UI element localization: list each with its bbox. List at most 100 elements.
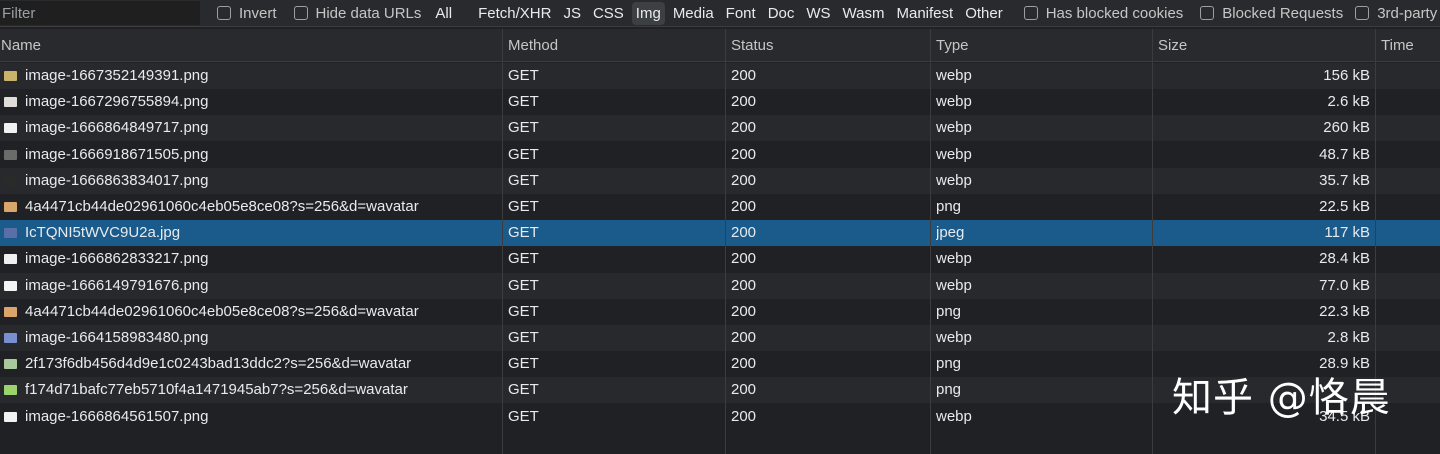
table-row[interactable]: image-1666918671505.png GET 200 webp 48.7 kB <box>0 141 1440 168</box>
cell-method: GET <box>508 381 539 399</box>
cell-status: 200 <box>731 250 757 268</box>
checkbox-box-icon <box>293 6 308 20</box>
type-filter-other[interactable]: Other <box>961 2 1007 25</box>
column-header-status[interactable]: Status <box>725 29 774 62</box>
type-filter-font[interactable]: Font <box>722 2 760 25</box>
cell-method: GET <box>508 93 539 111</box>
table-row[interactable]: image-1666864849717.png GET 200 webp 260 kB <box>0 115 1440 142</box>
column-divider[interactable] <box>1152 29 1153 454</box>
cell-type: webp <box>936 145 972 163</box>
cell-name: image-1666149791676.png <box>25 276 209 294</box>
cell-size: 2.6 kB <box>1327 93 1370 111</box>
cell-status: 200 <box>731 329 757 346</box>
avatar-thumb-icon <box>4 359 17 370</box>
type-filter-media[interactable]: Media <box>669 2 718 25</box>
table-row[interactable]: 4a4471cb44de02961060c4eb05e8ce08?s=256&d… <box>0 298 1440 325</box>
hide-data-urls-checkbox[interactable]: Hide data URLs <box>293 4 422 22</box>
has-blocked-cookies-label: Has blocked cookies <box>1045 4 1184 22</box>
cell-type: png <box>936 355 962 373</box>
table-row-selected[interactable]: IcTQNI5tWVC9U2a.jpg GET 200 jpeg 117 kB <box>0 220 1440 247</box>
cell-method: GET <box>508 407 539 425</box>
type-filter-manifest[interactable]: Manifest <box>893 2 958 25</box>
cell-size: 77.0 kB <box>1319 276 1370 294</box>
table-row[interactable]: image-1666863834017.png GET 200 webp 35.7 kB <box>0 167 1440 194</box>
type-filter-js[interactable]: JS <box>559 2 585 25</box>
column-divider[interactable] <box>725 29 726 454</box>
column-header-method[interactable]: Method <box>502 29 558 62</box>
thumb-image-icon <box>4 71 17 81</box>
cell-size: 2.8 kB <box>1327 329 1370 346</box>
column-header-type[interactable]: Type <box>930 29 969 62</box>
column-divider[interactable] <box>502 29 503 454</box>
cell-size: 22.3 kB <box>1319 302 1370 320</box>
cell-name: image-1664158983480.png <box>25 329 209 346</box>
type-filter-doc[interactable]: Doc <box>764 2 799 25</box>
type-filter-wasm[interactable]: Wasm <box>839 2 889 25</box>
table-row[interactable]: image-1666862833217.png GET 200 webp 28.4 kB <box>0 246 1440 273</box>
thumb-image-icon <box>4 333 17 343</box>
cell-type: webp <box>936 250 972 268</box>
table-row[interactable]: image-1667296755894.png GET 200 webp 2.6 kB <box>0 89 1440 116</box>
cell-type: webp <box>936 93 972 111</box>
cell-method: GET <box>508 145 539 163</box>
cell-status: 200 <box>731 67 757 84</box>
cell-status: 200 <box>731 276 757 294</box>
table-header: Name Method Status Type Size Time <box>0 29 1440 62</box>
cell-method: GET <box>508 198 539 215</box>
cell-method: GET <box>508 302 539 320</box>
cell-size: 260 kB <box>1323 119 1370 137</box>
checkbox-box-icon <box>217 6 231 20</box>
cell-size: 117 kB <box>1324 224 1370 242</box>
cell-status: 200 <box>731 302 757 320</box>
type-filter-css[interactable]: CSS <box>589 2 628 25</box>
has-blocked-cookies-checkbox[interactable]: Has blocked cookies <box>1023 4 1184 22</box>
table-row[interactable]: image-1667352149391.png GET 200 webp 156 kB <box>0 63 1440 89</box>
cell-method: GET <box>508 250 539 268</box>
cell-method: GET <box>508 119 539 137</box>
cell-status: 200 <box>731 171 757 189</box>
checkbox-box-icon <box>1200 6 1215 20</box>
cell-size: 35.7 kB <box>1319 171 1370 189</box>
cell-type: webp <box>936 329 972 346</box>
column-divider[interactable] <box>930 29 931 454</box>
invert-checkbox[interactable]: Invert <box>217 5 277 22</box>
cell-status: 200 <box>731 198 757 215</box>
cell-size: 22.5 kB <box>1319 198 1370 215</box>
cell-method: GET <box>508 224 539 242</box>
hide-data-urls-label: Hide data URLs <box>315 4 422 22</box>
invert-label: Invert <box>239 4 277 22</box>
cell-type: webp <box>936 276 972 294</box>
table-row[interactable]: image-1666149791676.png GET 200 webp 77.0 kB <box>0 272 1440 299</box>
cell-type: png <box>936 302 962 320</box>
thumb-image-icon <box>4 411 17 422</box>
cell-method: GET <box>508 329 539 346</box>
table-row[interactable]: 4a4471cb44de02961060c4eb05e8ce08?s=256&d… <box>0 194 1440 220</box>
avatar-thumb-icon <box>4 306 17 317</box>
cell-status: 200 <box>731 224 757 242</box>
thumb-image-icon <box>4 123 17 134</box>
type-filter-img[interactable]: Img <box>631 1 665 25</box>
cell-name: image-1666862833217.png <box>25 250 209 268</box>
cell-status: 200 <box>731 355 757 373</box>
watermark: 知乎 @恪晨 <box>1172 375 1391 421</box>
cell-name: 4a4471cb44de02961060c4eb05e8ce08?s=256&d… <box>25 302 419 320</box>
avatar-thumb-icon <box>4 202 17 212</box>
thumb-image-icon <box>4 97 17 108</box>
cell-name: f174d71bafc77eb5710f4a1471945ab7?s=256&d… <box>25 381 408 399</box>
column-header-name[interactable]: Name <box>1 29 41 62</box>
column-header-size[interactable]: Size <box>1152 29 1187 62</box>
type-filter-ws[interactable]: WS <box>802 2 834 25</box>
avatar-thumb-icon <box>4 385 17 396</box>
cell-size: 156 kB <box>1323 67 1370 84</box>
cell-name: image-1666918671505.png <box>25 145 209 163</box>
type-filter-all[interactable]: All <box>431 2 456 25</box>
checkbox-box-icon <box>1023 6 1038 20</box>
cell-status: 200 <box>731 93 757 111</box>
blocked-requests-checkbox[interactable]: Blocked Requests <box>1200 5 1343 22</box>
third-party-checkbox[interactable]: 3rd-party re <box>1355 5 1440 22</box>
type-filter-fetch-xhr[interactable]: Fetch/XHR <box>474 2 555 25</box>
filter-input[interactable] <box>0 1 200 25</box>
column-header-time[interactable]: Time <box>1375 29 1414 62</box>
table-row[interactable]: image-1664158983480.png GET 200 webp 2.8 kB <box>0 325 1440 351</box>
cell-name: image-1667352149391.png <box>25 67 209 84</box>
